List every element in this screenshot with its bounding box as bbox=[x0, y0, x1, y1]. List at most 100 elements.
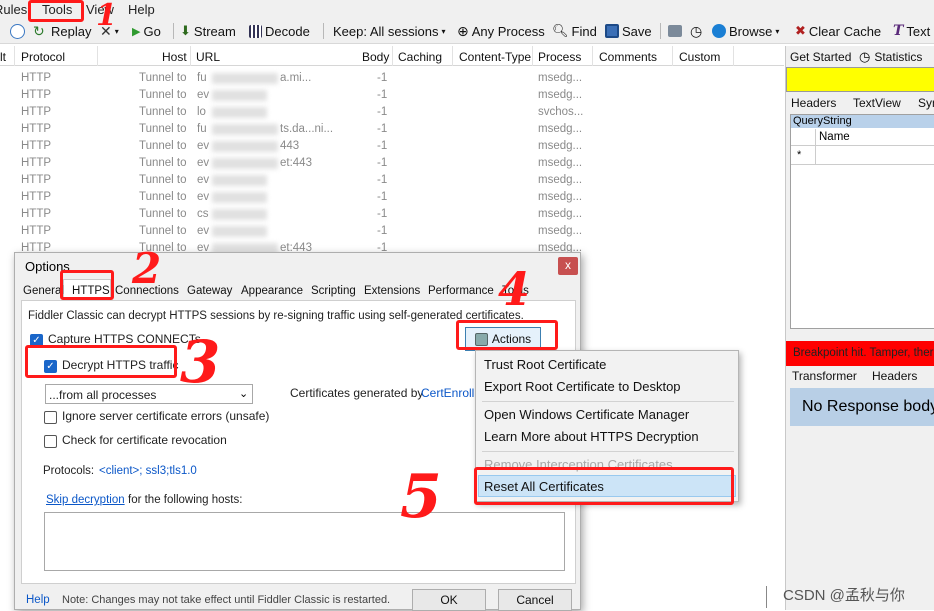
screenshot-icon bbox=[668, 25, 682, 37]
tab-textview[interactable]: TextView bbox=[853, 96, 901, 110]
cell-body: -1 bbox=[377, 208, 388, 220]
tab-performance[interactable]: Performance bbox=[428, 285, 494, 297]
cell-url-tail: 443 bbox=[280, 140, 300, 152]
cell-host: Tunnel to bbox=[139, 72, 187, 84]
process-filter-value: ...from all processes bbox=[49, 388, 157, 402]
go-button[interactable]: ▶ Go bbox=[132, 22, 161, 40]
table-row[interactable]: HTTP Tunnel to ev -1 msedg... 443 bbox=[0, 138, 784, 155]
menu-help[interactable]: Help bbox=[128, 2, 155, 17]
col-header-caching[interactable]: Caching bbox=[398, 50, 442, 64]
table-row[interactable]: HTTP Tunnel to ev -1 msedg... bbox=[0, 223, 784, 240]
tab-transformer[interactable]: Transformer bbox=[792, 369, 857, 383]
tab-gateway[interactable]: Gateway bbox=[187, 285, 232, 297]
cell-process: msedg... bbox=[538, 191, 583, 203]
cell-url-tail: et:443 bbox=[280, 157, 312, 169]
tab-scripting[interactable]: Scripting bbox=[311, 285, 356, 297]
comment-button[interactable] bbox=[10, 22, 25, 40]
target-icon: ⊕ bbox=[457, 22, 469, 39]
col-header-comments[interactable]: Comments bbox=[599, 50, 657, 64]
menu-export-root[interactable]: Export Root Certificate to Desktop bbox=[484, 379, 681, 394]
table-row[interactable]: HTTP Tunnel to lo -1 svchos... bbox=[0, 104, 784, 121]
table-row[interactable]: HTTP Tunnel to ev -1 msedg... bbox=[0, 172, 784, 189]
col-header-body[interactable]: Body bbox=[362, 50, 389, 64]
tab-headers[interactable]: Headers bbox=[791, 96, 836, 110]
annotation-number-5: 5 bbox=[400, 462, 442, 532]
col-header-url[interactable]: URL bbox=[196, 50, 220, 64]
col-header-result[interactable]: lt bbox=[0, 50, 6, 64]
redacted-url bbox=[212, 158, 278, 169]
redacted-url bbox=[212, 107, 267, 118]
screenshot-button[interactable] bbox=[668, 22, 682, 40]
col-header-host[interactable]: Host bbox=[162, 50, 187, 64]
cancel-button[interactable]: Cancel bbox=[498, 589, 572, 611]
protocols-label: Protocols: bbox=[43, 465, 95, 477]
cell-url: lo bbox=[197, 106, 206, 118]
redacted-url bbox=[212, 192, 267, 203]
name-column-header: Name bbox=[819, 131, 850, 143]
timer-button[interactable]: ◷ bbox=[690, 22, 702, 40]
table-row[interactable]: HTTP Tunnel to fu -1 msedg... ts.da...ni... bbox=[0, 121, 784, 138]
tab-appearance[interactable]: Appearance bbox=[241, 285, 303, 297]
keep-sessions-dropdown[interactable]: Keep: All sessions ▾ bbox=[333, 22, 446, 40]
replay-button[interactable]: ↻ Replay bbox=[33, 22, 91, 40]
keep-label: Keep: All sessions bbox=[333, 23, 439, 39]
cell-protocol: HTTP bbox=[21, 72, 52, 84]
cell-process: msedg... bbox=[538, 157, 583, 169]
toolbar: ↻ Replay ✕ ▾ ▶ Go ⬇ Stream Decode Keep: … bbox=[0, 19, 934, 44]
col-header-content-type[interactable]: Content-Type bbox=[459, 50, 531, 64]
intro-text: Fiddler Classic can decrypt HTTPS sessio… bbox=[28, 310, 524, 322]
tab-response-headers[interactable]: Headers bbox=[872, 369, 917, 383]
stream-button[interactable]: ⬇ Stream bbox=[180, 22, 236, 40]
cell-protocol: HTTP bbox=[21, 174, 52, 186]
replay-label: Replay bbox=[51, 23, 92, 39]
col-header-protocol[interactable]: Protocol bbox=[21, 50, 65, 64]
tab-general[interactable]: General bbox=[23, 285, 64, 297]
process-filter-select[interactable]: ...from all processes ⌄ bbox=[45, 384, 253, 404]
process-filter-button[interactable]: ⊕ Any Process bbox=[457, 22, 545, 40]
table-row[interactable]: HTTP Tunnel to ev -1 msedg... bbox=[0, 189, 784, 206]
skip-hosts-textarea[interactable] bbox=[44, 512, 565, 571]
tab-extensions[interactable]: Extensions bbox=[364, 285, 420, 297]
col-header-custom[interactable]: Custom bbox=[679, 50, 720, 64]
skip-decryption-link[interactable]: Skip decryption bbox=[46, 494, 125, 506]
menu-open-cert-manager[interactable]: Open Windows Certificate Manager bbox=[484, 407, 689, 422]
cell-process: msedg... bbox=[538, 72, 583, 84]
help-link[interactable]: Help bbox=[26, 594, 50, 606]
ok-button[interactable]: OK bbox=[412, 589, 486, 611]
ignore-errors-checkbox[interactable] bbox=[44, 411, 57, 424]
table-row[interactable]: HTTP Tunnel to ev -1 msedg... bbox=[0, 87, 784, 104]
col-header-process[interactable]: Process bbox=[538, 50, 581, 64]
redacted-url bbox=[212, 124, 278, 135]
table-row[interactable]: HTTP Tunnel to fu -1 msedg... a.mi... bbox=[0, 70, 784, 87]
revocation-label: Check for certificate revocation bbox=[62, 433, 227, 447]
save-button[interactable]: Save bbox=[605, 22, 652, 40]
stream-label: Stream bbox=[193, 23, 236, 39]
table-row[interactable]: HTTP Tunnel to ev -1 msedg... et:443 bbox=[0, 155, 784, 172]
clear-cache-button[interactable]: ✖ Clear Cache bbox=[795, 22, 881, 40]
cell-body: -1 bbox=[377, 225, 388, 237]
tab-syntaxview[interactable]: Syn bbox=[918, 96, 934, 110]
annotation-box-actions bbox=[456, 320, 558, 350]
menu-rules[interactable]: Rules bbox=[0, 2, 27, 17]
ignore-errors-label: Ignore server certificate errors (unsafe… bbox=[62, 409, 270, 423]
revocation-checkbox[interactable] bbox=[44, 435, 57, 448]
cell-url: fu bbox=[197, 72, 207, 84]
decode-button[interactable]: Decode bbox=[249, 22, 310, 40]
save-label: Save bbox=[622, 23, 652, 39]
menu-trust-root[interactable]: Trust Root Certificate bbox=[484, 357, 606, 372]
tab-statistics[interactable]: ◷ Statistics bbox=[859, 48, 922, 66]
cell-body: -1 bbox=[377, 191, 388, 203]
tab-get-started[interactable]: Get Started bbox=[790, 50, 851, 64]
process-label: Any Process bbox=[471, 23, 545, 39]
chevron-down-icon: ▾ bbox=[775, 26, 780, 36]
cell-process: msedg... bbox=[538, 208, 583, 220]
cell-url: ev bbox=[197, 89, 210, 101]
protocols-link[interactable]: <client>; ssl3;tls1.0 bbox=[99, 465, 197, 477]
find-button[interactable]: 🔍︎ Find bbox=[552, 22, 597, 40]
cell-url: ev bbox=[197, 191, 210, 203]
text-wizard-button[interactable]: T Text bbox=[893, 22, 930, 40]
browse-button[interactable]: Browse ▾ bbox=[712, 22, 779, 40]
table-row[interactable]: HTTP Tunnel to cs -1 msedg... bbox=[0, 206, 784, 223]
close-button[interactable]: x bbox=[558, 257, 578, 275]
menu-learn-more[interactable]: Learn More about HTTPS Decryption bbox=[484, 429, 699, 444]
